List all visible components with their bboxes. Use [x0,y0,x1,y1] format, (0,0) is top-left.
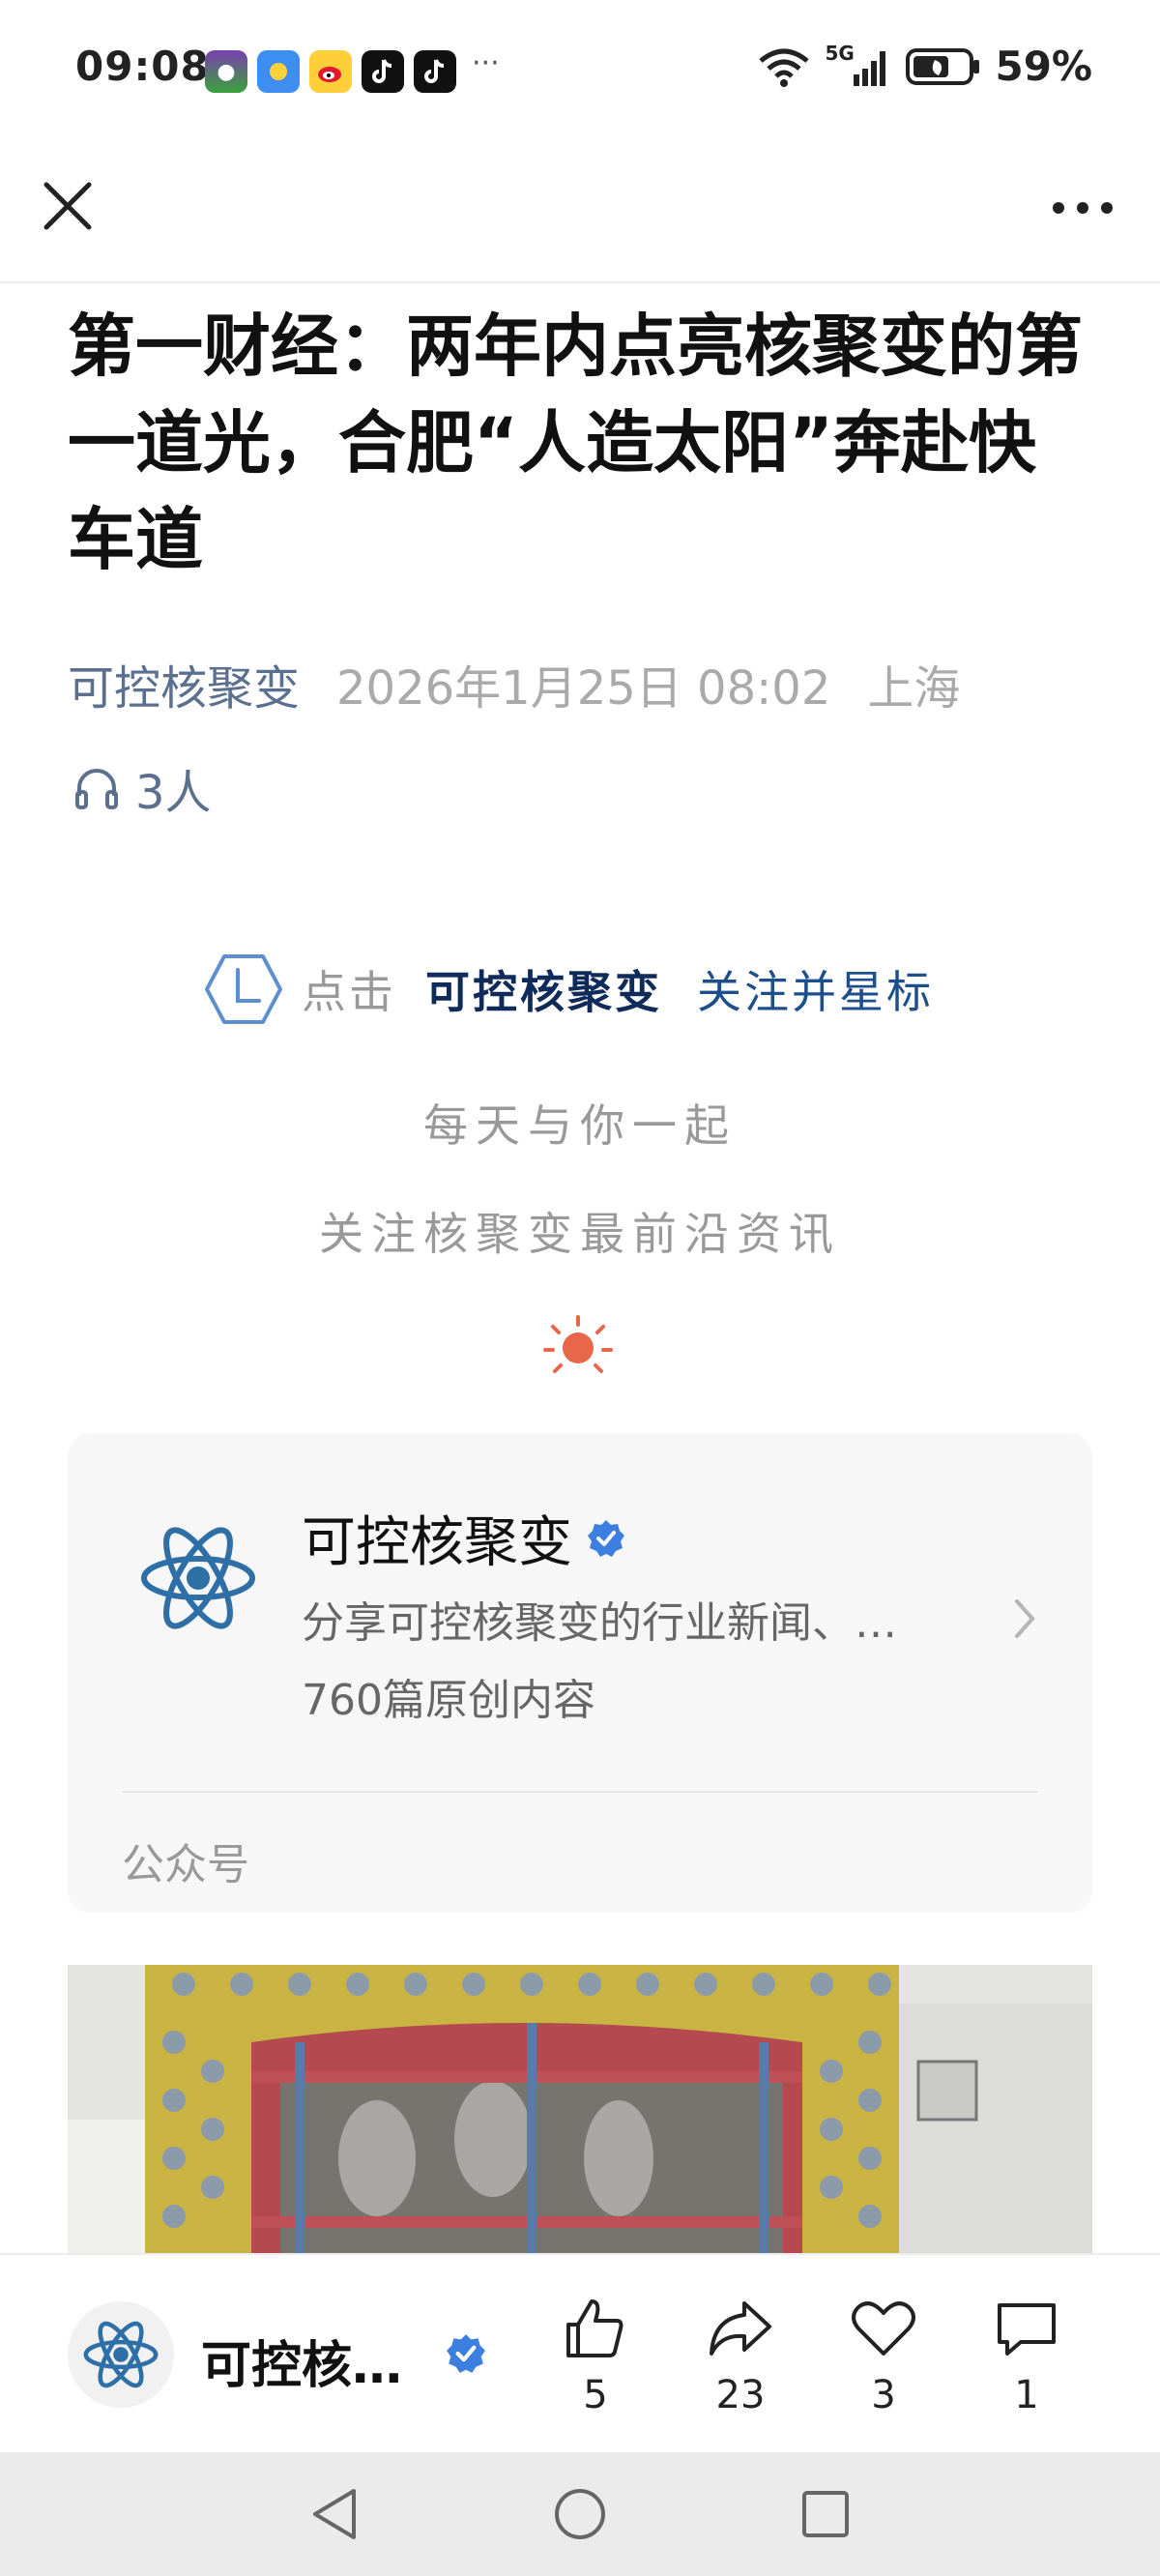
battery-icon [906,47,980,85]
like-button[interactable]: 5 [537,2294,653,2417]
follow-prefix: 点击 [302,966,396,1018]
favorite-button[interactable]: 3 [826,2294,942,2417]
share-count: 23 [715,2373,766,2417]
card-account-name: 可控核聚变 [302,1511,572,1574]
recents-square-icon [802,2491,849,2537]
share-arrow-icon [710,2301,771,2356]
top-nav-bar [0,140,1160,283]
system-indicators: 5G 59% [757,42,1092,90]
hexagon-pointer-icon [205,954,282,1024]
card-article-count: 760篇原创内容 [302,1676,595,1725]
more-horizontal-icon [1053,202,1113,214]
share-button[interactable]: 23 [682,2294,798,2417]
article-photo[interactable] [68,1965,1092,2255]
headphones-icon [75,769,118,809]
heart-icon [852,2301,915,2356]
atom-logo-icon [83,2321,159,2388]
article-account-link[interactable]: 可控核聚变 [68,650,300,717]
listeners-indicator[interactable]: 3人 [72,754,212,822]
article-location: 上海 [867,661,961,716]
weibo-app-icon [309,50,352,93]
close-button[interactable] [37,175,99,237]
sun-icon [543,1315,613,1373]
article-meta: 可控核聚变 2026年1月25日 08:02 上海 [68,650,960,717]
reactor-photo-illustration [68,1965,1092,2255]
weather-app-icon [257,50,300,93]
chevron-right-icon [1015,1599,1035,1638]
bar-account-name[interactable]: 可控核… [201,2325,402,2397]
comment-count: 1 [1014,2373,1039,2417]
bottom-action-bar: 可控核… 5 23 3 1 [0,2253,1160,2452]
intro-line-1: 每天与你一起 [423,1099,737,1152]
card-account-type: 公众号 [122,1840,249,1889]
cellular-signal-icon: 5G [825,42,892,88]
verified-badge-icon [447,2334,485,2373]
comment-bubble-icon [998,2303,1056,2356]
atom-logo-icon [141,1527,255,1629]
recents-button[interactable] [791,2479,860,2549]
more-notifications-icon: ··· [472,46,500,80]
wifi-icon [759,48,810,87]
card-divider [122,1791,1038,1793]
article-date: 2026年1月25日 08:02 [336,661,831,716]
follow-account-name: 可控核聚变 [425,966,662,1018]
thumbs-up-icon [566,2299,624,2357]
douyin-app-icon [414,50,456,93]
more-options-button[interactable] [1044,179,1121,237]
back-triangle-icon [313,2489,356,2539]
home-circle-icon [555,2489,605,2539]
home-button[interactable] [545,2479,615,2549]
douyin-app-icon [362,50,404,93]
intro-line-2: 关注核聚变最前沿资讯 [319,1208,841,1260]
follow-action: 关注并星标 [697,966,934,1018]
back-button[interactable] [300,2479,369,2549]
close-icon [44,182,92,230]
verified-badge-icon [588,1519,624,1557]
card-description: 分享可控核聚变的行业新闻、… [302,1598,897,1648]
article-title: 第一财经：两年内点亮核聚变的第一道光，合肥“人造太阳”奔赴快车道 [68,307,1083,579]
favorite-count: 3 [871,2373,896,2417]
follow-banner[interactable]: 点击 可控核聚变 关注并星标 [203,952,967,1026]
status-bar: 09:08 ● ··· 5G 59% [0,0,1160,140]
system-navigation-bar [0,2452,1160,2576]
battery-percent: 59% [995,43,1092,90]
comment-button[interactable]: 1 [969,2294,1085,2417]
listeners-count: 3人 [135,766,212,820]
card-account-name-row: 可控核聚变 [302,1499,626,1577]
status-time: 09:08 [75,43,210,90]
notification-icons: ● [205,50,456,93]
like-count: 5 [583,2373,608,2417]
account-avatar[interactable] [68,2301,174,2408]
game-app-icon: ● [205,50,247,93]
account-card[interactable]: 可控核聚变 分享可控核聚变的行业新闻、… 760篇原创内容 公众号 [68,1433,1092,1913]
